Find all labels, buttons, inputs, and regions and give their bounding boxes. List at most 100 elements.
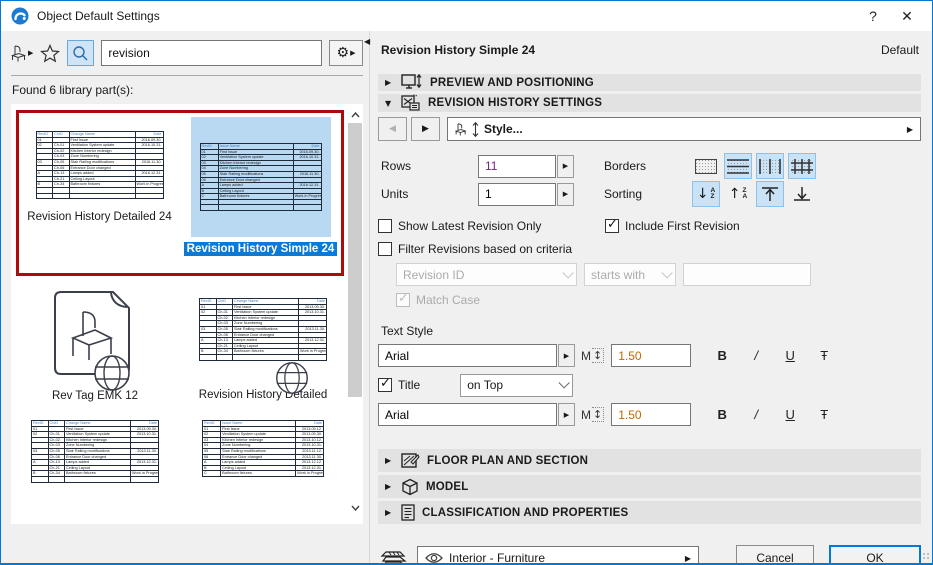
text-style-label: Text Style	[381, 324, 921, 338]
units-spinner-button[interactable]: ▶	[557, 183, 574, 206]
search-results-count: Found 6 library part(s):	[12, 83, 363, 97]
filter-text-input[interactable]	[683, 263, 811, 286]
favorites-button[interactable]	[40, 40, 60, 66]
bold-button[interactable]: B	[705, 348, 739, 363]
grid-borders-button[interactable]	[788, 153, 816, 179]
filter-operator-select[interactable]: starts with	[584, 263, 676, 286]
italic-button[interactable]: /	[739, 348, 773, 363]
eye-icon	[425, 552, 443, 564]
title-font-size-input[interactable]	[611, 403, 691, 426]
search-options-button[interactable]: ⚙ ▶	[329, 40, 363, 66]
layer-select[interactable]: Interior - Furniture ▶	[417, 546, 699, 565]
title-bold-button[interactable]: B	[705, 407, 739, 422]
default-object-button[interactable]: ▶	[11, 40, 33, 66]
window-title: Object Default Settings	[37, 9, 856, 23]
vertical-borders-button[interactable]	[756, 153, 784, 179]
section-revision-history-settings[interactable]: ▼ REVISION HISTORY SETTINGS	[378, 94, 921, 112]
list-scrollbar[interactable]	[347, 104, 363, 524]
font-name-input[interactable]	[378, 344, 557, 367]
title-font-picker-button[interactable]: ▶	[558, 403, 575, 426]
scrollbar-thumb[interactable]	[348, 123, 362, 397]
rows-spinner-button[interactable]: ▶	[557, 155, 574, 178]
no-borders-icon	[695, 159, 717, 174]
style-dropdown[interactable]: Style... ▶	[447, 117, 921, 141]
font-size-input[interactable]	[611, 344, 691, 367]
section-classification-and-properties[interactable]: ▶ CLASSIFICATION AND PROPERTIES	[378, 501, 921, 524]
include-first-revision-checkbox[interactable]	[605, 219, 619, 233]
title-font-name-input[interactable]	[378, 403, 557, 426]
object-default-settings-dialog: Object Default Settings ? ✕ ▶	[0, 0, 933, 565]
archicad-logo-icon	[11, 7, 29, 25]
title-underline-button[interactable]: U	[773, 407, 807, 422]
underline-button[interactable]: U	[773, 348, 807, 363]
chevron-down-icon	[661, 267, 672, 278]
rows-input[interactable]	[478, 155, 556, 178]
part-caption: Revision History Simple 24	[184, 242, 338, 256]
cube-icon	[401, 478, 419, 496]
no-borders-button[interactable]	[692, 153, 720, 179]
latest-on-top-button[interactable]	[756, 181, 784, 207]
floor-plan-icon	[401, 452, 420, 469]
sort-ascending-button[interactable]: ↑ZA	[724, 181, 752, 207]
section-model[interactable]: ▶ MODEL	[378, 475, 921, 498]
library-item-partial-simple[interactable]: RevIDIssue NameDate01First Issue2013.09.…	[179, 420, 347, 483]
chair-icon	[11, 45, 27, 62]
title-strikethrough-button[interactable]: Ŧ	[807, 407, 841, 422]
part-thumbnail: RevIDChIDChange NameDate01 First Issue20…	[31, 420, 159, 483]
ok-button[interactable]: OK	[829, 545, 921, 565]
scroll-down-icon[interactable]	[347, 500, 363, 516]
title-checkbox[interactable]	[378, 378, 392, 392]
arrow-to-bottom-icon	[792, 185, 812, 203]
latest-on-bottom-button[interactable]	[788, 181, 816, 207]
library-item-revision-history-simple-24[interactable]: RevIDIssue NameDate01First Issue2016.09.…	[180, 113, 341, 273]
previous-page-button[interactable]: ◀	[378, 117, 407, 141]
horizontal-borders-button[interactable]	[724, 153, 752, 179]
vertical-borders-icon	[759, 159, 781, 174]
font-picker-button[interactable]: ▶	[558, 344, 575, 367]
units-input[interactable]	[478, 183, 556, 206]
horizontal-borders-icon	[727, 159, 749, 174]
library-item-rev-tag-emk-12[interactable]: Rev Tag EMK 12	[11, 290, 179, 402]
scroll-up-icon[interactable]	[347, 107, 363, 123]
gear-icon: ⚙	[337, 45, 350, 61]
part-thumbnail	[47, 290, 143, 378]
show-latest-revision-checkbox[interactable]	[378, 219, 392, 233]
title-position-select[interactable]: on Top	[460, 374, 573, 397]
font-height-icon: M↕	[581, 348, 604, 363]
chevron-right-icon: ▶	[385, 482, 394, 491]
filter-criteria-select[interactable]: Revision ID	[396, 263, 577, 286]
search-input[interactable]	[101, 40, 322, 66]
strikethrough-button[interactable]: Ŧ	[807, 348, 841, 363]
grid-borders-icon	[791, 159, 813, 174]
panel-splitter[interactable]: ◀	[363, 31, 372, 564]
part-caption: Revision History Detailed	[196, 388, 330, 402]
match-case-checkbox[interactable]	[396, 293, 410, 307]
next-page-button[interactable]: ▶	[411, 117, 440, 141]
part-thumbnail: RevIDChIDChange NameDate01 First Issue20…	[36, 131, 164, 199]
search-mode-button[interactable]	[67, 40, 94, 66]
resize-grip[interactable]	[922, 552, 930, 560]
chevron-right-icon: ▶	[385, 508, 394, 517]
title-italic-button[interactable]: /	[739, 407, 773, 422]
arrow-to-top-icon	[760, 185, 780, 203]
collapse-panel-icon[interactable]: ◀	[364, 37, 370, 46]
globe-icon	[93, 354, 131, 392]
sort-descending-button[interactable]: ↓AZ	[692, 181, 720, 207]
globe-icon	[275, 361, 309, 395]
rows-label: Rows	[378, 159, 478, 173]
library-panel: ▶ ⚙ ▶	[1, 31, 363, 564]
updown-arrow-icon	[472, 122, 479, 137]
filter-revisions-checkbox[interactable]	[378, 242, 392, 256]
library-parts-list: RevIDChIDChange NameDate01 First Issue20…	[11, 104, 363, 524]
part-thumbnail: RevIDIssue NameDate01First Issue2013.09.…	[202, 420, 324, 477]
library-item-partial-detailed[interactable]: RevIDChIDChange NameDate01 First Issue20…	[11, 420, 179, 483]
close-button[interactable]: ✕	[890, 8, 924, 25]
library-item-revision-history-detailed[interactable]: RevIDChIDChange NameDate01 First Issue20…	[179, 290, 347, 402]
chevron-down-icon	[559, 377, 570, 388]
cancel-button[interactable]: Cancel	[736, 545, 814, 565]
section-preview-and-positioning[interactable]: ▶ PREVIEW AND POSITIONING	[378, 74, 921, 91]
flyout-arrow-icon: ▶	[28, 49, 33, 57]
library-item-revision-history-detailed-24[interactable]: RevIDChIDChange NameDate01 First Issue20…	[19, 113, 180, 273]
help-button[interactable]: ?	[856, 8, 890, 24]
section-floor-plan-and-section[interactable]: ▶ FLOOR PLAN AND SECTION	[378, 449, 921, 472]
